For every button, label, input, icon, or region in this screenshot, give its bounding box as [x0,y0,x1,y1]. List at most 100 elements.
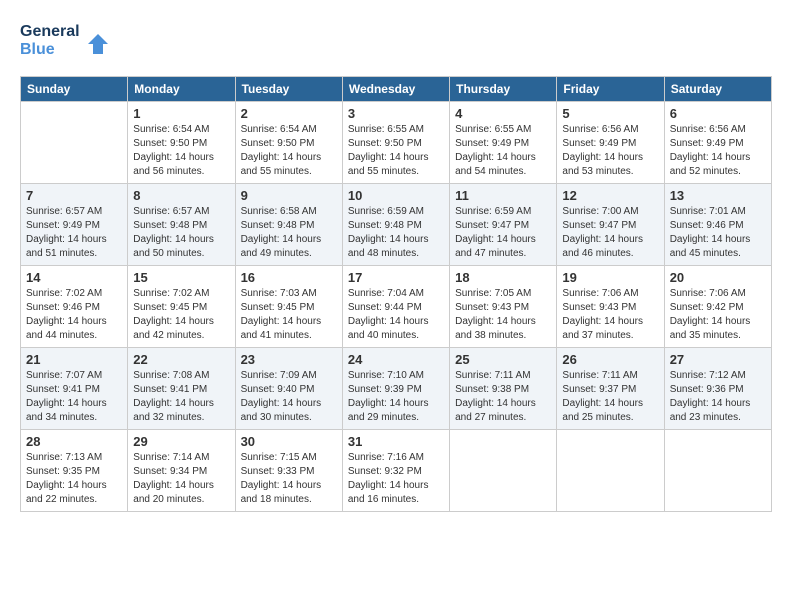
day-number: 8 [133,188,229,203]
logo: General Blue [20,16,120,66]
calendar-cell: 29Sunrise: 7:14 AM Sunset: 9:34 PM Dayli… [128,430,235,512]
page-container: General Blue SundayMondayTuesdayWednesda… [0,0,792,528]
calendar-cell: 21 Sunrise: 7:07 AM Sunset: 9:41 PM Dayli… [21,348,128,430]
calendar-cell: 25 Sunrise: 7:11 AM Sunset: 9:38 PM Dayli… [450,348,557,430]
day-number: 3 [348,106,444,121]
calendar-week-2: 14 Sunrise: 7:02 AM Sunset: 9:46 PM Dayli… [21,266,772,348]
day-info: Sunrise: 6:55 AM Sunset: 9:50 PM Dayligh… [348,123,444,179]
day-number: 7 [26,188,122,203]
day-number: 1 [133,106,229,121]
day-info: Sunrise: 7:11 AM Sunset: 9:37 PM Dayligh… [562,369,658,425]
day-info: Sunrise: 7:13 AM Sunset: 9:35 PM Dayligh… [26,451,122,507]
day-info: Sunrise: 6:57 AM Sunset: 9:48 PM Dayligh… [133,205,229,261]
day-info: Sunrise: 7:11 AM Sunset: 9:38 PM Dayligh… [455,369,551,425]
day-number: 14 [26,270,122,285]
calendar-cell: 3 Sunrise: 6:55 AM Sunset: 9:50 PM Daylig… [342,102,449,184]
day-number: 28 [26,434,122,449]
calendar-cell: 8 Sunrise: 6:57 AM Sunset: 9:48 PM Daylig… [128,184,235,266]
day-number: 25 [455,352,551,367]
weekday-header-sunday: Sunday [21,77,128,102]
day-number: 30 [241,434,337,449]
day-number: 24 [348,352,444,367]
calendar-week-3: 21 Sunrise: 7:07 AM Sunset: 9:41 PM Dayli… [21,348,772,430]
calendar-cell: 11Sunrise: 6:59 AM Sunset: 9:47 PM Dayli… [450,184,557,266]
calendar-cell [664,430,771,512]
calendar-cell [450,430,557,512]
calendar-cell: 19 Sunrise: 7:06 AM Sunset: 9:43 PM Dayli… [557,266,664,348]
calendar-cell [557,430,664,512]
calendar-cell: 20Sunrise: 7:06 AM Sunset: 9:42 PM Dayli… [664,266,771,348]
calendar-cell: 1 Sunrise: 6:54 AM Sunset: 9:50 PM Daylig… [128,102,235,184]
day-number: 16 [241,270,337,285]
day-info: Sunrise: 7:02 AM Sunset: 9:45 PM Dayligh… [133,287,229,343]
day-number: 2 [241,106,337,121]
day-number: 22 [133,352,229,367]
day-number: 23 [241,352,337,367]
day-info: Sunrise: 7:16 AM Sunset: 9:32 PM Dayligh… [348,451,444,507]
day-info: Sunrise: 7:05 AM Sunset: 9:43 PM Dayligh… [455,287,551,343]
calendar-cell: 30 Sunrise: 7:15 AM Sunset: 9:33 PM Dayli… [235,430,342,512]
calendar-week-4: 28 Sunrise: 7:13 AM Sunset: 9:35 PM Dayli… [21,430,772,512]
day-number: 15 [133,270,229,285]
calendar-body: 1 Sunrise: 6:54 AM Sunset: 9:50 PM Daylig… [21,102,772,512]
day-number: 12 [562,188,658,203]
calendar-cell: 26Sunrise: 7:11 AM Sunset: 9:37 PM Dayli… [557,348,664,430]
calendar-cell: 5 Sunrise: 6:56 AM Sunset: 9:49 PM Daylig… [557,102,664,184]
calendar-table: SundayMondayTuesdayWednesdayThursdayFrid… [20,76,772,512]
day-info: Sunrise: 7:10 AM Sunset: 9:39 PM Dayligh… [348,369,444,425]
day-info: Sunrise: 7:06 AM Sunset: 9:42 PM Dayligh… [670,287,766,343]
day-info: Sunrise: 7:15 AM Sunset: 9:33 PM Dayligh… [241,451,337,507]
header: General Blue [20,16,772,66]
calendar-cell: 15 Sunrise: 7:02 AM Sunset: 9:45 PM Dayli… [128,266,235,348]
calendar-cell: 9 Sunrise: 6:58 AM Sunset: 9:48 PM Daylig… [235,184,342,266]
calendar-cell: 28 Sunrise: 7:13 AM Sunset: 9:35 PM Dayli… [21,430,128,512]
day-number: 29 [133,434,229,449]
weekday-header-monday: Monday [128,77,235,102]
day-info: Sunrise: 6:56 AM Sunset: 9:49 PM Dayligh… [562,123,658,179]
day-info: Sunrise: 7:00 AM Sunset: 9:47 PM Dayligh… [562,205,658,261]
day-number: 5 [562,106,658,121]
weekday-header-thursday: Thursday [450,77,557,102]
day-info: Sunrise: 6:59 AM Sunset: 9:48 PM Dayligh… [348,205,444,261]
day-info: Sunrise: 7:09 AM Sunset: 9:40 PM Dayligh… [241,369,337,425]
calendar-cell: 14 Sunrise: 7:02 AM Sunset: 9:46 PM Dayli… [21,266,128,348]
day-info: Sunrise: 6:54 AM Sunset: 9:50 PM Dayligh… [133,123,229,179]
day-info: Sunrise: 6:54 AM Sunset: 9:50 PM Dayligh… [241,123,337,179]
day-info: Sunrise: 6:57 AM Sunset: 9:49 PM Dayligh… [26,205,122,261]
day-number: 27 [670,352,766,367]
day-number: 31 [348,434,444,449]
day-info: Sunrise: 7:04 AM Sunset: 9:44 PM Dayligh… [348,287,444,343]
weekday-header-friday: Friday [557,77,664,102]
day-info: Sunrise: 7:02 AM Sunset: 9:46 PM Dayligh… [26,287,122,343]
calendar-cell: 2 Sunrise: 6:54 AM Sunset: 9:50 PM Daylig… [235,102,342,184]
day-number: 9 [241,188,337,203]
day-info: Sunrise: 6:58 AM Sunset: 9:48 PM Dayligh… [241,205,337,261]
day-info: Sunrise: 7:06 AM Sunset: 9:43 PM Dayligh… [562,287,658,343]
day-info: Sunrise: 7:12 AM Sunset: 9:36 PM Dayligh… [670,369,766,425]
calendar-cell: 12 Sunrise: 7:00 AM Sunset: 9:47 PM Dayli… [557,184,664,266]
calendar-cell: 23 Sunrise: 7:09 AM Sunset: 9:40 PM Dayli… [235,348,342,430]
calendar-cell: 17 Sunrise: 7:04 AM Sunset: 9:44 PM Dayli… [342,266,449,348]
calendar-cell: 16Sunrise: 7:03 AM Sunset: 9:45 PM Dayli… [235,266,342,348]
day-number: 13 [670,188,766,203]
day-number: 21 [26,352,122,367]
weekday-header-wednesday: Wednesday [342,77,449,102]
calendar-cell: 6 Sunrise: 6:56 AM Sunset: 9:49 PM Daylig… [664,102,771,184]
logo-text: General Blue [20,16,120,66]
calendar-cell: 24 Sunrise: 7:10 AM Sunset: 9:39 PM Dayli… [342,348,449,430]
weekday-header-saturday: Saturday [664,77,771,102]
day-number: 6 [670,106,766,121]
calendar-cell: 7 Sunrise: 6:57 AM Sunset: 9:49 PM Daylig… [21,184,128,266]
calendar-cell: 10 Sunrise: 6:59 AM Sunset: 9:48 PM Dayli… [342,184,449,266]
day-info: Sunrise: 6:56 AM Sunset: 9:49 PM Dayligh… [670,123,766,179]
day-info: Sunrise: 7:07 AM Sunset: 9:41 PM Dayligh… [26,369,122,425]
calendar-cell [21,102,128,184]
day-info: Sunrise: 7:08 AM Sunset: 9:41 PM Dayligh… [133,369,229,425]
calendar-cell: 31 Sunrise: 7:16 AM Sunset: 9:32 PM Dayli… [342,430,449,512]
calendar-cell: 22 Sunrise: 7:08 AM Sunset: 9:41 PM Dayli… [128,348,235,430]
day-number: 10 [348,188,444,203]
day-number: 19 [562,270,658,285]
calendar-cell: 27 Sunrise: 7:12 AM Sunset: 9:36 PM Dayli… [664,348,771,430]
calendar-cell: 4Sunrise: 6:55 AM Sunset: 9:49 PM Daylig… [450,102,557,184]
day-number: 17 [348,270,444,285]
